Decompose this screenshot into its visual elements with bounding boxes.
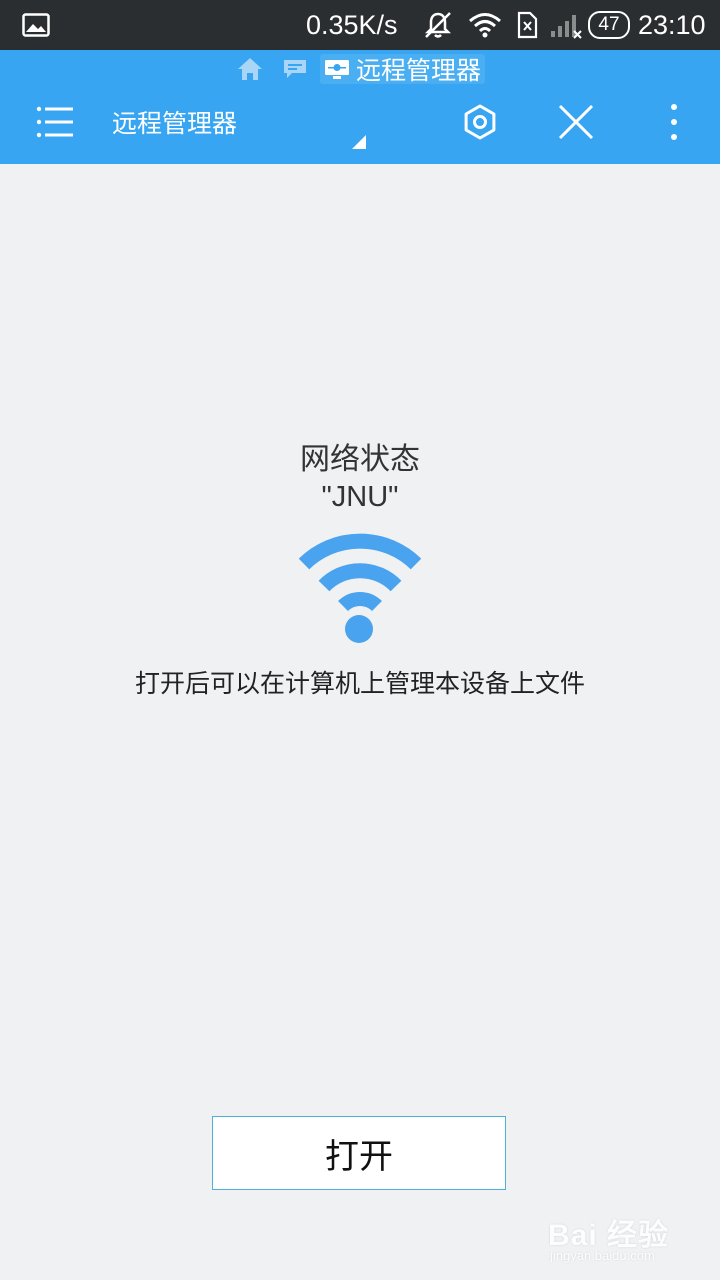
watermark-sub: jingyan.baidu.com bbox=[550, 1248, 655, 1263]
network-status-title: 网络状态 bbox=[300, 442, 420, 477]
open-button[interactable]: 打开 bbox=[212, 1116, 506, 1190]
chat-icon bbox=[284, 60, 306, 78]
description-text: 打开后可以在计算机上管理本设备上文件 bbox=[134, 669, 585, 698]
settings-button[interactable] bbox=[446, 88, 514, 156]
menu-button[interactable] bbox=[22, 88, 90, 156]
status-bar: 0.35K/s 47 23:10 bbox=[0, 0, 720, 50]
more-vert-icon bbox=[671, 104, 677, 140]
breadcrumb-home[interactable] bbox=[236, 50, 264, 88]
close-button[interactable] bbox=[542, 88, 610, 156]
baidu-watermark: Bai 经验 jingyan.baidu.com bbox=[548, 1200, 698, 1270]
battery-icon: 47 bbox=[588, 0, 630, 50]
sim-missing-icon bbox=[516, 0, 538, 50]
remote-monitor-icon bbox=[325, 60, 349, 79]
settings-icon bbox=[464, 104, 496, 140]
wifi-icon bbox=[468, 0, 502, 50]
close-icon bbox=[558, 104, 594, 140]
breadcrumb-current[interactable]: 远程管理器 bbox=[320, 54, 486, 85]
signal-icon bbox=[550, 0, 582, 50]
breadcrumb-chat[interactable] bbox=[282, 50, 308, 88]
battery-level: 47 bbox=[588, 11, 630, 39]
more-button[interactable] bbox=[640, 88, 708, 156]
network-name: "JNU" bbox=[321, 481, 399, 513]
bell-off-icon bbox=[422, 0, 454, 50]
breadcrumb: 远程管理器 bbox=[0, 50, 720, 88]
title-dropdown-indicator[interactable] bbox=[352, 135, 366, 149]
main-content: 网络状态 "JNU" 打开后可以在计算机上管理本设备上文件 打开 bbox=[0, 164, 720, 1280]
image-icon bbox=[22, 0, 50, 50]
home-icon bbox=[238, 58, 262, 80]
wifi-large-icon bbox=[296, 532, 424, 648]
net-speed: 0.35K/s bbox=[306, 9, 398, 40]
menu-icon bbox=[36, 106, 73, 138]
clock: 23:10 bbox=[638, 9, 706, 40]
toolbar-title[interactable]: 远程管理器 bbox=[112, 88, 237, 156]
breadcrumb-current-label: 远程管理器 bbox=[356, 56, 482, 85]
